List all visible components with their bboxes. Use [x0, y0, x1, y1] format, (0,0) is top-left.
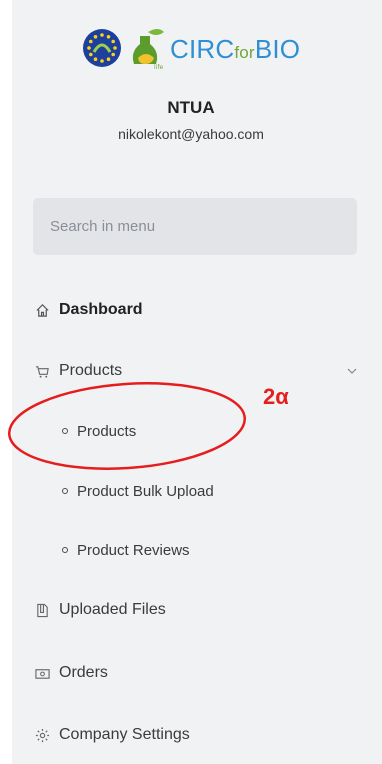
- sidebar-item-label: Uploaded Files: [59, 601, 166, 618]
- home-icon: [33, 301, 51, 319]
- sidebar-item-label: Company Settings: [59, 726, 190, 743]
- search-input[interactable]: [33, 198, 357, 255]
- sidebar-subitem-products[interactable]: Products: [62, 416, 136, 446]
- sidebar-item-label: Orders: [59, 664, 108, 681]
- sidebar-item-uploaded-files[interactable]: Uploaded Files: [33, 593, 166, 627]
- bullet-icon: [62, 488, 68, 494]
- logo-wordmark: CIRCforBIO: [170, 34, 300, 65]
- sidebar-item-label: Products: [59, 362, 123, 379]
- org-email: nikolekont@yahoo.com: [118, 126, 264, 142]
- sidebar-subitem-label: Product Bulk Upload: [77, 482, 214, 500]
- chevron-down-icon[interactable]: [346, 365, 358, 377]
- logo-text-bio: BIO: [254, 34, 301, 64]
- bullet-icon: [62, 428, 68, 434]
- annotation-label: 2α: [263, 384, 289, 409]
- sidebar-subitem-label: Products: [77, 422, 137, 440]
- circforbio-logo: life CIRCforBIO: [72, 26, 342, 70]
- bullet-icon: [62, 547, 68, 553]
- sidebar-item-products[interactable]: Products: [33, 354, 122, 388]
- sidebar-subitem-product-reviews[interactable]: Product Reviews: [62, 535, 190, 565]
- cart-icon: [33, 362, 51, 380]
- sidebar-subitem-label: Product Reviews: [77, 541, 190, 559]
- gear-icon: [33, 726, 51, 744]
- money-icon: [33, 664, 51, 682]
- org-name: NTUA: [167, 98, 215, 117]
- eu-flag-icon: [83, 29, 121, 67]
- logo-text-for: for: [234, 43, 255, 62]
- sidebar-item-orders[interactable]: Orders: [33, 656, 108, 690]
- flask-leaf-icon: life: [132, 29, 164, 70]
- logo-text-circ: CIRC: [170, 34, 235, 64]
- sidebar-item-dashboard[interactable]: Dashboard: [33, 293, 143, 327]
- sidebar-item-label: Dashboard: [59, 301, 143, 318]
- svg-text:life: life: [154, 64, 163, 70]
- sidebar-subitem-product-bulk-upload[interactable]: Product Bulk Upload: [62, 476, 214, 506]
- folder-icon: [33, 601, 51, 619]
- sidebar-item-company-settings[interactable]: Company Settings: [33, 718, 190, 752]
